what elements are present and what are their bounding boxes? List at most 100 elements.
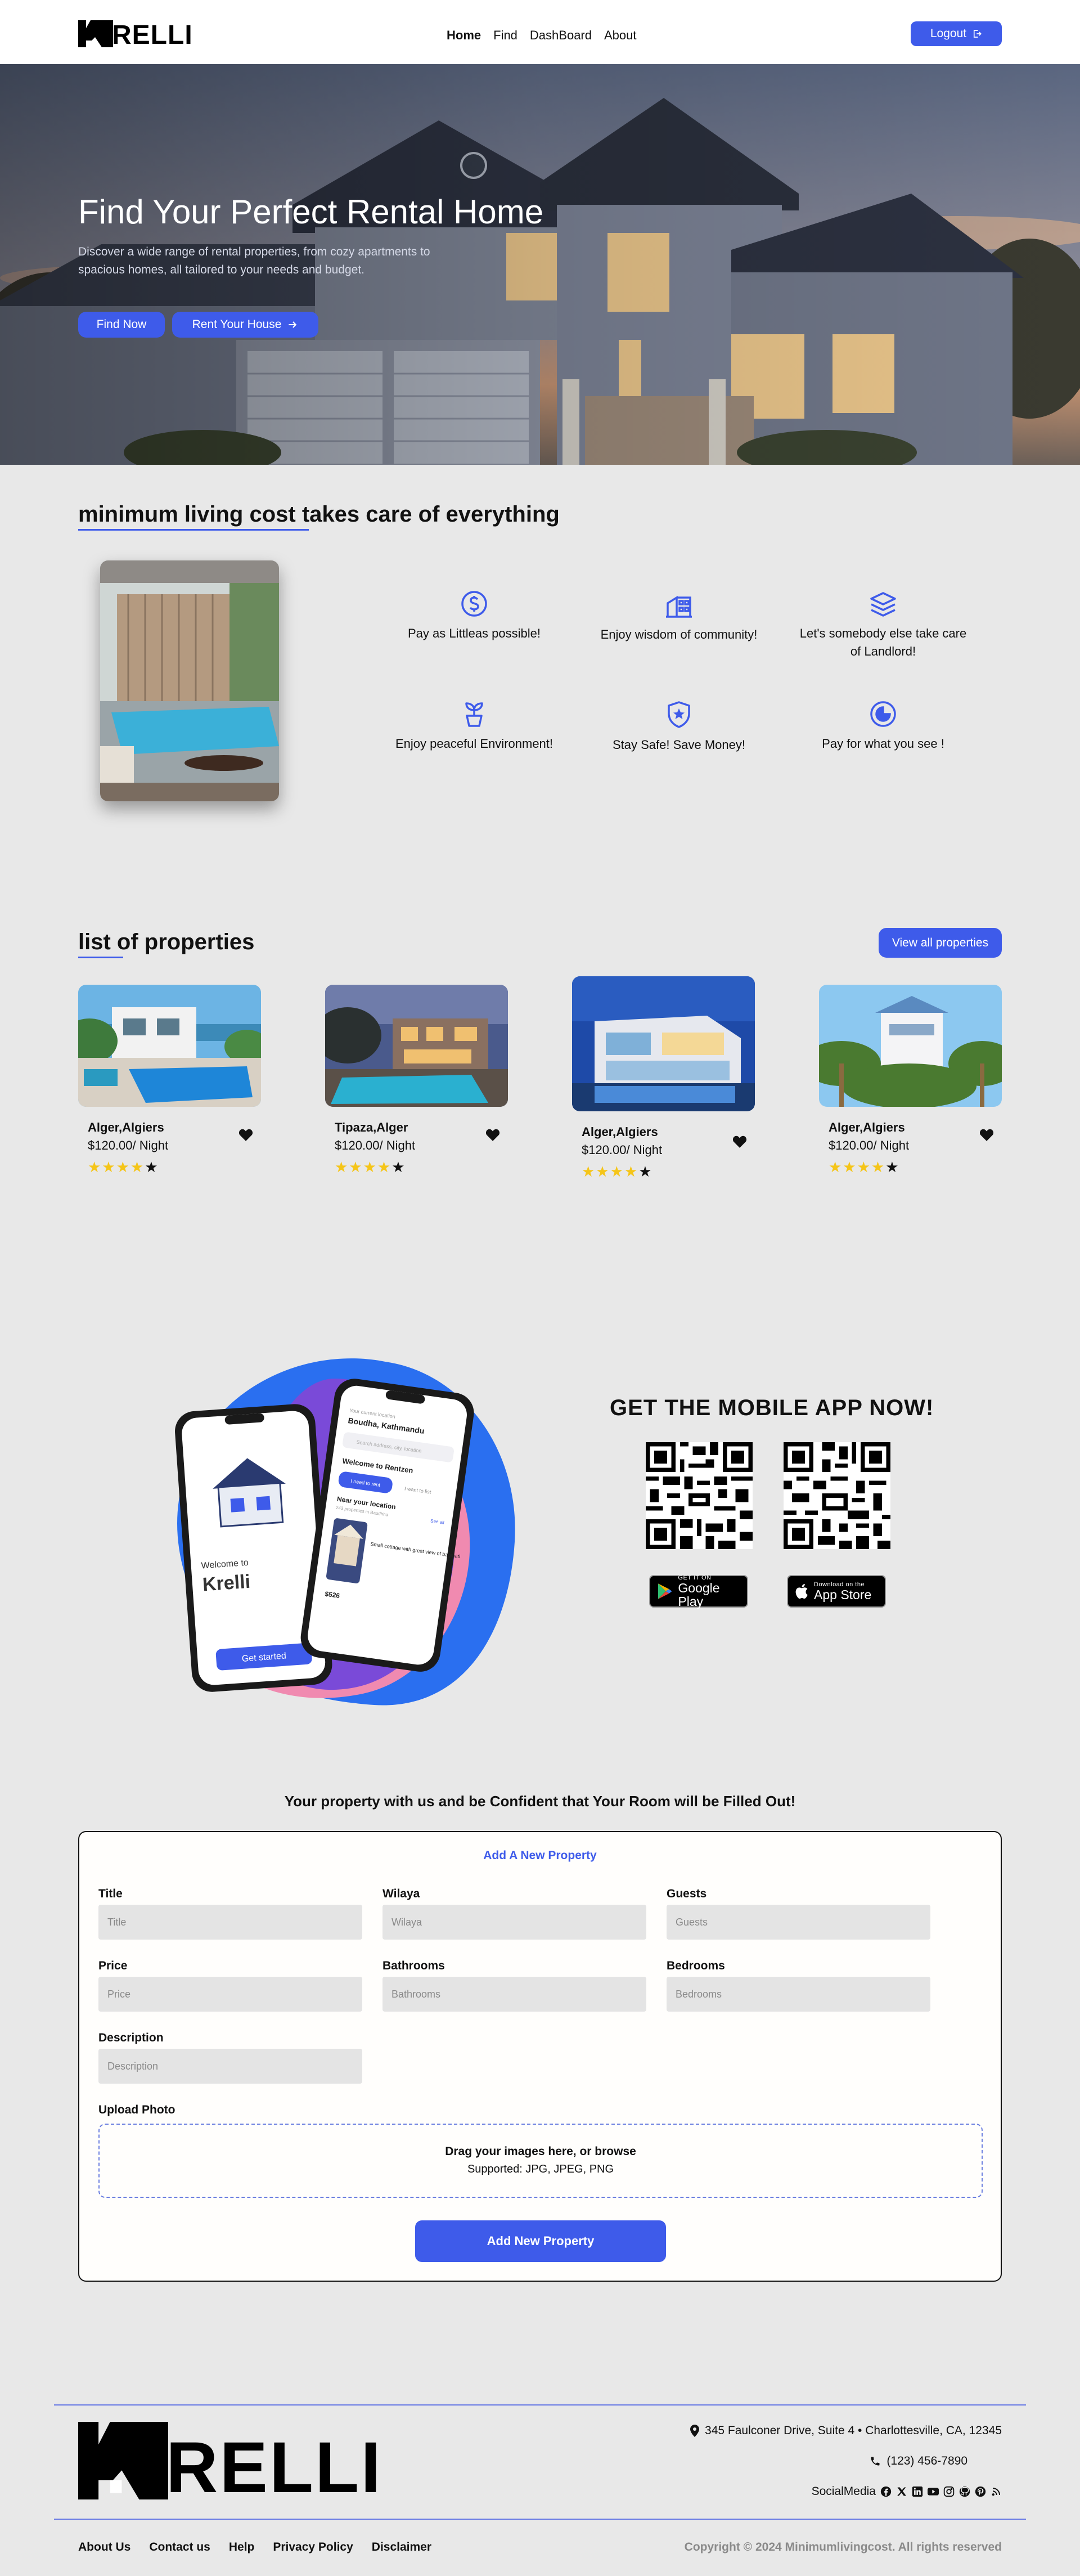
add-new-property-button[interactable]: Add New Property (415, 2220, 666, 2262)
google-play-badge[interactable]: GET IT ON Google Play (649, 1574, 748, 1609)
google-play-icon (658, 1583, 672, 1599)
add-property-heading: Your property with us and be Confident t… (284, 1793, 796, 1810)
logout-label: Logout (930, 27, 967, 40)
feature-community: Enjoy wisdom of community! (595, 592, 763, 644)
property-rating: ★★★★★ (335, 1159, 406, 1175)
property-card-highlighted[interactable]: Alger,Algiers $120.00/ Night ★★★★★ (572, 976, 755, 1181)
feature-pay-what-you-see: Pay for what you see ! (799, 700, 968, 753)
bathrooms-input[interactable] (382, 1977, 646, 2012)
feature-label: Let's somebody else take care of Landlor… (799, 626, 967, 658)
footer-link-contact[interactable]: Contact us (149, 2541, 210, 2554)
pool-villa-illustration (100, 560, 279, 801)
footer-link-help[interactable]: Help (229, 2541, 255, 2554)
footer-divider-bottom (54, 2519, 1026, 2520)
footer-divider-top (54, 2404, 1026, 2406)
favorite-heart-icon[interactable] (979, 1128, 994, 1142)
view-all-properties-button[interactable]: View all properties (879, 928, 1002, 958)
favorite-heart-icon[interactable] (238, 1128, 253, 1142)
feature-label: Enjoy wisdom of community! (600, 627, 758, 641)
social-label: SocialMedia (811, 2485, 876, 2498)
favorite-heart-icon[interactable] (485, 1128, 500, 1142)
logout-button[interactable]: Logout (911, 21, 1002, 46)
title-input[interactable] (98, 1905, 362, 1940)
k-logo-mark-icon (78, 2422, 168, 2499)
rss-icon[interactable] (991, 2486, 1002, 2497)
nav-dashboard[interactable]: DashBoard (530, 28, 592, 43)
footer-links: About Us Contact us Help Privacy Policy … (78, 2541, 431, 2554)
property-location: Alger,Algiers (829, 1120, 905, 1134)
nav-links: Home Find DashBoard About (447, 28, 637, 43)
youtube-icon[interactable] (928, 2486, 939, 2497)
view-all-label: View all properties (892, 936, 989, 949)
nav-find[interactable]: Find (493, 28, 518, 43)
mobile-app-mockup: Welcome to Krelli Get started Your curre… (175, 1358, 515, 1706)
x-twitter-icon[interactable] (896, 2486, 907, 2497)
phone-text: (123) 456-7890 (886, 2454, 968, 2467)
bedrooms-input[interactable] (667, 1977, 930, 2012)
hero-section: Find Your Perfect Rental Home Discover a… (0, 64, 1080, 465)
layers-icon (870, 592, 896, 617)
plant-icon (465, 702, 483, 727)
description-input[interactable] (98, 2049, 362, 2084)
footer-link-about[interactable]: About Us (78, 2541, 130, 2554)
community-icon (666, 595, 692, 618)
feature-label: Stay Safe! Save Money! (612, 738, 746, 752)
footer-link-privacy[interactable]: Privacy Policy (273, 2541, 353, 2554)
instagram-icon[interactable] (943, 2486, 955, 2497)
property-rating: ★★★★★ (88, 1159, 159, 1175)
google-play-big: Google Play (678, 1581, 720, 1609)
app-store-badge[interactable]: Download on the App Store (787, 1575, 886, 1608)
price-label: Price (98, 1959, 128, 1972)
mobile-app-title: GET THE MOBILE APP NOW! (610, 1395, 934, 1420)
dusk-villa-illustration (325, 985, 508, 1107)
footer-brand-logo[interactable]: RELLI (78, 2422, 382, 2504)
find-now-button[interactable]: Find Now (78, 312, 165, 338)
features-title-underline (78, 529, 309, 531)
add-property-subheading: Add A New Property (483, 1849, 597, 1862)
property-rating: ★★★★★ (829, 1159, 900, 1175)
property-rating: ★★★★★ (582, 1163, 653, 1180)
property-card[interactable]: Tipaza,Alger $120.00/ Night ★★★★★ (325, 985, 508, 1176)
dollar-icon (461, 591, 487, 617)
brand-logo[interactable]: RELLI (78, 19, 193, 49)
footer-link-disclaimer[interactable]: Disclaimer (372, 2541, 431, 2554)
arrow-right-icon (289, 321, 297, 328)
pie-icon (870, 701, 896, 727)
property-price: $120.00/ Night (335, 1138, 416, 1152)
copyright-text: Copyright © 2024 Minimumlivingcost. All … (684, 2541, 1002, 2553)
dropzone-title: Drag your images here, or browse (445, 2145, 636, 2158)
pool-villa-image (100, 560, 279, 801)
feature-environment: Enjoy peaceful Environment! (390, 700, 559, 753)
modern-villa-night-illustration (572, 976, 755, 1111)
linkedin-icon[interactable] (912, 2486, 923, 2497)
property-card[interactable]: Alger,Algiers $120.00/ Night ★★★★★ (819, 985, 1002, 1176)
properties-section-title: list of properties (78, 930, 254, 955)
guests-label: Guests (667, 1887, 707, 1900)
location-pin-icon (690, 2425, 700, 2437)
feature-label: Pay for what you see ! (822, 737, 944, 751)
wilaya-label: Wilaya (382, 1887, 420, 1900)
description-label: Description (98, 2031, 164, 2044)
image-dropzone[interactable]: Drag your images here, or browse Support… (98, 2124, 983, 2198)
phone-icon (871, 2457, 880, 2466)
favorite-heart-icon[interactable] (732, 1135, 747, 1148)
feature-pay-little: Pay as Littleas possible! (390, 590, 559, 643)
add-new-property-label: Add New Property (487, 2234, 595, 2248)
pinterest-icon[interactable] (975, 2486, 986, 2497)
apple-icon (795, 1583, 808, 1599)
footer-phone: (123) 456-7890 (870, 2454, 968, 2468)
wilaya-input[interactable] (382, 1905, 646, 1940)
shield-star-icon (668, 701, 690, 728)
bathrooms-label: Bathrooms (382, 1959, 445, 1972)
property-location: Alger,Algiers (88, 1120, 164, 1134)
github-icon[interactable] (959, 2486, 970, 2497)
feature-stay-safe: Stay Safe! Save Money! (595, 700, 763, 754)
facebook-icon[interactable] (880, 2486, 892, 2497)
rent-your-house-button[interactable]: Rent Your House (172, 312, 318, 338)
property-card[interactable]: Alger,Algiers $120.00/ Night ★★★★★ (78, 985, 261, 1176)
guests-input[interactable] (667, 1905, 930, 1940)
nav-about[interactable]: About (604, 28, 637, 43)
price-input[interactable] (98, 1977, 362, 2012)
find-now-label: Find Now (96, 318, 147, 331)
nav-home[interactable]: Home (447, 28, 481, 43)
